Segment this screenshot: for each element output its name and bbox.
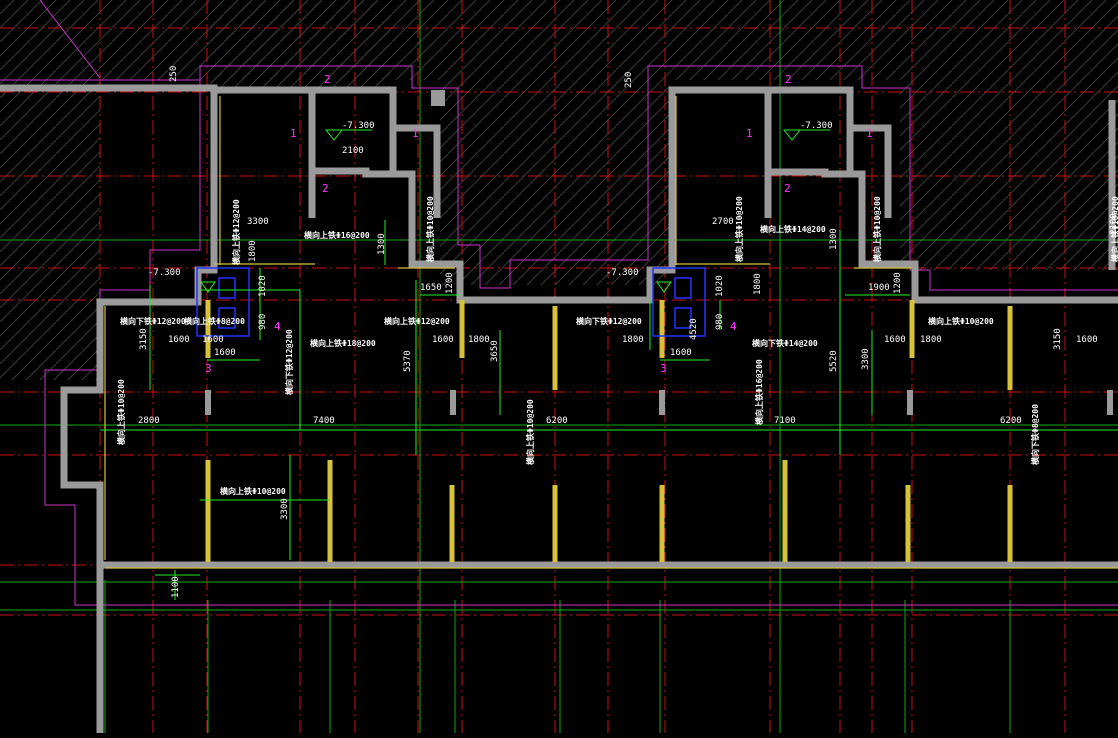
dimension-text: 1600 [214, 348, 236, 358]
rebar-label: 横向上铁Φ10@200 [872, 196, 882, 262]
dimension-text: 5520 [829, 350, 839, 372]
rebar-label: 横向上铁Φ12@200 [231, 199, 241, 265]
rebar-label: 横向上铁Φ10@200 [116, 379, 126, 445]
dimension-text: 1800 [920, 335, 942, 345]
dimension-text: 1600 [884, 335, 906, 345]
dimension-text: 7400 [313, 416, 335, 426]
dimension-text: 1200 [893, 272, 903, 294]
dimension-text: 2100 [342, 146, 364, 156]
rebar-label: 横向下铁Φ8@200 [1030, 404, 1040, 465]
dimension-text: 3300 [280, 498, 290, 520]
room-tag: 2 [322, 182, 329, 195]
dimension-text: 3300 [861, 348, 871, 370]
room-tag: 2 [785, 73, 792, 86]
room-tag: 1 [412, 127, 419, 140]
dimension-text: 1600 [1076, 335, 1098, 345]
dimension-text: 1800 [248, 240, 258, 262]
rebar-label: 横向上铁Φ8@200 [184, 316, 245, 326]
dimension-text: 4520 [689, 318, 699, 340]
room-tag: 3 [660, 362, 667, 375]
dimension-text: 1600 [432, 335, 454, 345]
dimension-text: 1200 [445, 272, 455, 294]
rebar-label: 横向上铁Φ16@200 [304, 230, 370, 240]
rebar-label: 横向上铁Φ16@200 [754, 359, 764, 425]
rebar-label: 横向上铁Φ14@200 [760, 224, 826, 234]
dimension-text: 3150 [1053, 328, 1063, 350]
elevation-mark: -7.300 [606, 268, 639, 278]
dimension-text: 1020 [715, 275, 725, 297]
rebar-label: 横向上铁Φ10@200 [525, 399, 535, 465]
rebar-label: 横向上铁Φ10@200 [1110, 196, 1118, 262]
dimension-text: 1300 [829, 228, 839, 250]
dimension-text: 1020 [258, 275, 268, 297]
dimension-text: 250 [624, 72, 634, 88]
room-tag: 4 [274, 320, 281, 333]
dimension-text: 1800 [622, 335, 644, 345]
rebar-label: 横向下铁Φ12@200 [120, 316, 186, 326]
room-tag: 3 [205, 362, 212, 375]
rebar-label: 横向上铁Φ10@200 [734, 196, 744, 262]
dimension-text: 1900 [868, 283, 890, 293]
elevation-mark: -7.300 [800, 121, 833, 131]
dimension-text: 1600 [168, 335, 190, 345]
dimension-text: 6200 [546, 416, 568, 426]
dimension-text: 250 [169, 66, 179, 82]
dimension-text: 1800 [753, 273, 763, 295]
dimension-text: 1100 [171, 576, 181, 598]
elevation-mark: -7.300 [148, 268, 181, 278]
room-tag: 1 [866, 127, 873, 140]
rebar-label: 横向上铁Φ10@200 [928, 316, 994, 326]
room-tag: 2 [324, 73, 331, 86]
rebar-label: 横向上铁Φ12@200 [384, 316, 450, 326]
rebar-label: 横向上铁Φ10@200 [220, 486, 286, 496]
rebar-label: 横向下铁Φ12@200 [284, 329, 294, 395]
room-tag: 1 [290, 127, 297, 140]
dimension-text: 1600 [202, 335, 224, 345]
dimension-text: 1300 [377, 233, 387, 255]
dimension-text: 6200 [1000, 416, 1022, 426]
rebar-label: 横向上铁Φ18@200 [310, 338, 376, 348]
room-tag: 2 [784, 182, 791, 195]
floor-plan-svg: -7.300 -7.300 -7.300 -7.300 1 2 2 1 3 4 … [0, 0, 1118, 733]
rebar-label: 横向下铁Φ12@200 [576, 316, 642, 326]
dimension-text: 980 [715, 314, 725, 330]
rebar-label: 横向下铁Φ14@200 [752, 338, 818, 348]
room-tag: 4 [730, 320, 737, 333]
rebar-label: 横向上铁Φ10@200 [425, 196, 435, 262]
dimension-text: 980 [258, 314, 268, 330]
dimension-text: 7100 [774, 416, 796, 426]
dimension-text: 2800 [138, 416, 160, 426]
cad-drawing-canvas[interactable]: -7.300 -7.300 -7.300 -7.300 1 2 2 1 3 4 … [0, 0, 1118, 733]
dimension-text: 3650 [490, 340, 500, 362]
dimension-text: 2700 [712, 217, 734, 227]
dimension-text: 1600 [670, 348, 692, 358]
dimension-text: 3300 [247, 217, 269, 227]
room-tag: 1 [746, 127, 753, 140]
dimension-text: 5370 [403, 350, 413, 372]
dimension-text: 1650 [420, 283, 442, 293]
elevation-mark: -7.300 [342, 121, 375, 131]
dimension-text: 3150 [139, 328, 149, 350]
dimension-text: 1800 [468, 335, 490, 345]
